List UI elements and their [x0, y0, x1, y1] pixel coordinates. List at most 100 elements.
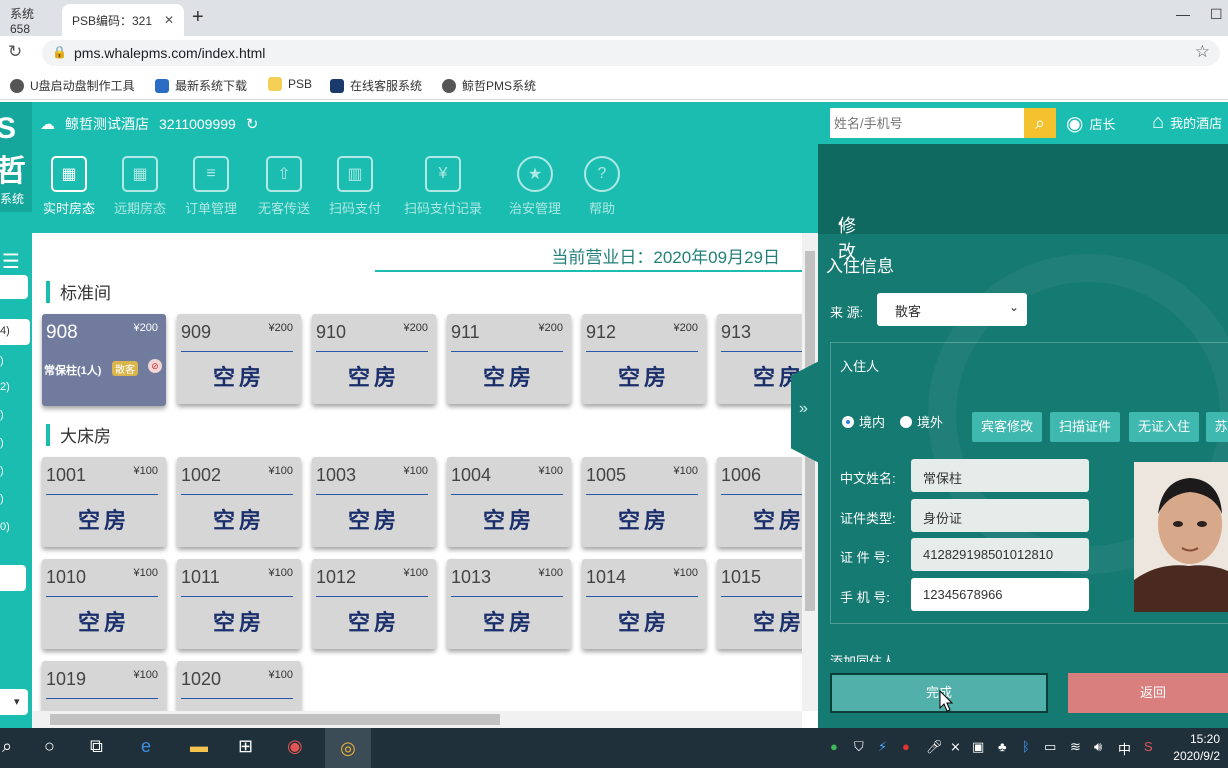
panel-collapse-tab[interactable]: »: [791, 360, 821, 464]
filter-count[interactable]: 0): [0, 521, 10, 533]
maximize-window-icon[interactable]: ☐: [1210, 6, 1223, 23]
source-select[interactable]: 散客 ⌄: [877, 293, 1027, 326]
room-card[interactable]: 1004 ¥100 空房: [447, 457, 571, 547]
bookmark-item[interactable]: U盘启动盘制作工具: [10, 77, 135, 94]
reload-icon[interactable]: ↻: [8, 42, 22, 62]
microphone-icon[interactable]: 🎤︎: [926, 739, 943, 755]
room-card[interactable]: 1003 ¥100 空房: [312, 457, 436, 547]
room-card[interactable]: 909 ¥200 空房: [177, 314, 301, 404]
filter-input-2[interactable]: [0, 565, 26, 591]
room-card[interactable]: 1006 空房: [717, 457, 802, 547]
room-card[interactable]: 1005 ¥100 空房: [582, 457, 706, 547]
wechat-icon[interactable]: ●: [830, 739, 838, 754]
sogou-ime-icon[interactable]: S: [1144, 739, 1153, 754]
url-text[interactable]: pms.whalepms.com/index.html: [74, 45, 265, 61]
bookmark-item[interactable]: 在线客服系统: [330, 77, 422, 94]
search-button[interactable]: ⌕: [1024, 108, 1056, 138]
my-hotel-link[interactable]: ⌂ 我的酒店: [1152, 111, 1222, 134]
address-bar[interactable]: 🔒 pms.whalepms.com/index.html ☆: [42, 40, 1220, 66]
filter-count[interactable]: ): [0, 409, 4, 421]
search-input[interactable]: [830, 108, 1024, 138]
nav-realtime-status[interactable]: ▦ 实时房态: [36, 156, 102, 217]
nav-security[interactable]: ★ 治安管理: [502, 156, 568, 217]
battery-icon[interactable]: ▭: [1044, 739, 1056, 755]
room-card[interactable]: 1020 ¥100 空房: [177, 661, 301, 711]
room-card[interactable]: 1010 ¥100 空房: [42, 559, 166, 649]
nav-scan-pay-records[interactable]: ¥ 扫码支付记录: [398, 156, 488, 217]
room-card[interactable]: 1011 ¥100 空房: [177, 559, 301, 649]
scan-id-button[interactable]: 扫描证件: [1050, 412, 1120, 442]
nav-scan-pay[interactable]: ▥ 扫码支付: [322, 156, 388, 217]
room-card-occupied[interactable]: 908 ¥200 常保柱(1人) 散客 ⊘: [42, 314, 166, 406]
bookmark-item[interactable]: 鲸哲PMS系统: [442, 77, 536, 94]
filter-count[interactable]: ): [0, 355, 4, 367]
nav-help[interactable]: ? 帮助: [569, 156, 635, 217]
filter-input[interactable]: [0, 275, 28, 299]
room-card[interactable]: 1002 ¥100 空房: [177, 457, 301, 547]
record-icon[interactable]: ●: [902, 739, 910, 754]
menu-icon[interactable]: ☰: [2, 249, 20, 274]
shield-icon[interactable]: ⛉: [854, 739, 864, 755]
room-card[interactable]: 1013 ¥100 空房: [447, 559, 571, 649]
minimize-window-icon[interactable]: —: [1176, 6, 1190, 22]
more-button[interactable]: 苏: [1206, 412, 1228, 442]
nav-orders[interactable]: ≡ 订单管理: [178, 156, 244, 217]
file-explorer-icon[interactable]: ▬: [190, 736, 208, 757]
vertical-scrollbar[interactable]: [802, 233, 818, 711]
cortana-icon[interactable]: ○: [44, 736, 55, 757]
lock-icon[interactable]: 🔒: [52, 45, 67, 59]
system-clock[interactable]: 15:20 2020/9/2: [1173, 731, 1220, 765]
refresh-icon[interactable]: ↻: [246, 115, 259, 133]
room-card[interactable]: 1012 ¥100 空房: [312, 559, 436, 649]
volume-icon[interactable]: 🔊︎: [1094, 739, 1102, 755]
radio-foreign[interactable]: 境外: [900, 412, 943, 431]
wifi-icon[interactable]: ≋: [1070, 739, 1081, 755]
task-view-icon[interactable]: ⧉: [90, 736, 103, 757]
search-icon[interactable]: ⌕: [2, 736, 12, 757]
room-card[interactable]: 1019 ¥100 空房: [42, 661, 166, 711]
return-button[interactable]: 返回: [1068, 673, 1228, 713]
bookmark-star-icon[interactable]: ☆: [1195, 42, 1210, 62]
no-id-checkin-button[interactable]: 无证入住: [1129, 412, 1199, 442]
bookmark-item[interactable]: 最新系统下载: [155, 77, 247, 94]
nav-transfer[interactable]: ⇧ 无客传送: [251, 156, 317, 217]
filter-count[interactable]: ): [0, 465, 4, 477]
edge-browser-icon[interactable]: e: [141, 736, 151, 757]
scrollbar-thumb[interactable]: [50, 714, 500, 725]
room-card[interactable]: 1014 ¥100 空房: [582, 559, 706, 649]
filter-count[interactable]: 2): [0, 381, 10, 393]
chrome-browser-icon[interactable]: ◎: [325, 728, 371, 768]
close-tab-icon[interactable]: ✕: [164, 13, 174, 27]
filter-select[interactable]: ▾: [0, 689, 28, 715]
filter-count[interactable]: ): [0, 493, 4, 505]
room-card[interactable]: 911 ¥200 空房: [447, 314, 571, 404]
bluetooth-icon[interactable]: ᛒ: [1022, 739, 1030, 754]
room-card[interactable]: 912 ¥200 空房: [582, 314, 706, 404]
app-icon[interactable]: ◉: [287, 736, 303, 757]
room-card[interactable]: 913 空房: [717, 314, 802, 404]
radio-domestic[interactable]: 境内: [842, 412, 885, 431]
ime-indicator[interactable]: 中: [1118, 739, 1131, 758]
new-tab-button[interactable]: +: [192, 6, 204, 29]
filter-option-selected[interactable]: 4): [0, 319, 30, 345]
store-icon[interactable]: ⊞: [238, 736, 253, 757]
browser-tab[interactable]: 系统 658: [0, 4, 62, 36]
filter-count[interactable]: ): [0, 437, 4, 449]
flash-icon[interactable]: ⚡: [878, 739, 887, 755]
nav-future-status[interactable]: ▦ 远期房态: [107, 156, 173, 217]
room-card[interactable]: 1015 空房: [717, 559, 802, 649]
user-menu[interactable]: ◉ 店长: [1066, 111, 1115, 136]
penguin-icon[interactable]: ♣: [998, 739, 1007, 754]
chinese-name-field[interactable]: 常保柱: [911, 459, 1089, 492]
phone-field[interactable]: 12345678966: [911, 578, 1089, 611]
browser-tab-active[interactable]: PSB编码：321 ✕: [62, 4, 184, 36]
room-card[interactable]: 910 ¥200 空房: [312, 314, 436, 404]
bookmark-item[interactable]: PSB: [268, 77, 312, 91]
id-type-field[interactable]: 身份证: [911, 499, 1089, 532]
network-off-icon[interactable]: ⨯: [950, 739, 961, 755]
id-number-field[interactable]: 412829198501012810: [911, 538, 1089, 571]
horizontal-scrollbar[interactable]: [32, 711, 802, 728]
edit-guest-button[interactable]: 宾客修改: [972, 412, 1042, 442]
app-tray-icon[interactable]: ▣: [972, 739, 984, 755]
room-card[interactable]: 1001 ¥100 空房: [42, 457, 166, 547]
